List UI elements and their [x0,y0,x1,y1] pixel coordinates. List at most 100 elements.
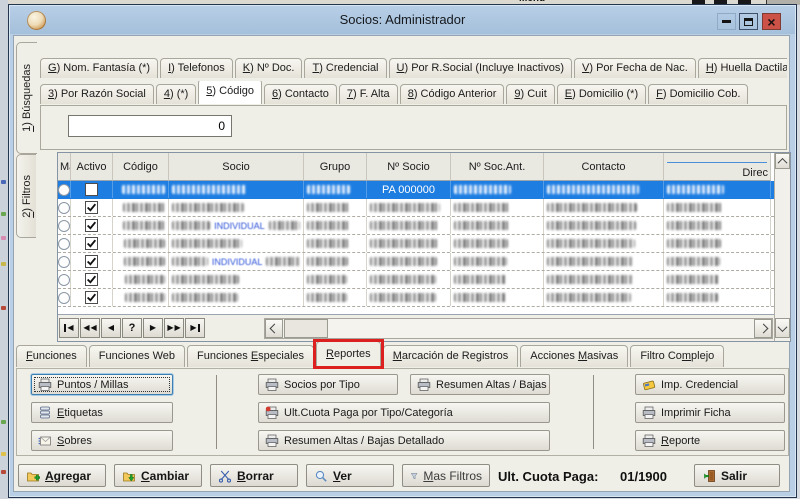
tab-e-domicilio[interactable]: E) Domicilio (*) [557,84,646,104]
tab-v-por-fecha-de-nac[interactable]: V) Por Fecha de Nac. [574,58,696,78]
minimize-button[interactable] [717,13,736,30]
tab-6-contacto[interactable]: 6) Contacto [264,84,337,104]
table-row[interactable]: INDIVIDUAL [58,217,774,235]
button-mas-filtros[interactable]: Mas Filtros [402,464,490,487]
scroll-down-button[interactable] [775,318,790,338]
tab-reportes[interactable]: Reportes [316,341,381,367]
activo-checkbox[interactable] [85,201,98,214]
button-resumen-altas-bajas-detallado[interactable]: Resumen Altas / Bajas Detallado [258,430,550,451]
column-header-direc[interactable]: Direc [664,153,771,181]
vertical-scrollbar[interactable] [774,153,790,341]
tab-8-codigo-anterior[interactable]: 8) Código Anterior [400,84,505,104]
horizontal-scrollbar[interactable] [264,318,773,339]
row-marker-radio[interactable] [58,256,70,268]
tab-u-por-r-social-incluye-inactivos[interactable]: U) Por R.Social (Incluye Inactivos) [389,58,573,78]
table-row[interactable] [58,289,774,307]
button-imprimir-ficha[interactable]: Imprimir Ficha [635,402,785,423]
button-puntos-millas[interactable]: Puntos / Millas [31,374,173,395]
scroll-right-button[interactable] [754,319,772,338]
button-imp-credencial[interactable]: Imp. Credencial [635,374,785,395]
grid-cell: INDIVIDUAL [169,253,304,270]
tab-h-huella-dactilar[interactable]: H) Huella Dactilar [698,58,787,78]
button-socios-por-tipo[interactable]: Socios por Tipo [258,374,398,395]
button-sobres[interactable]: Sobres [31,430,173,451]
tab-g-nom-fantasia[interactable]: G) Nom. Fantasía (*) [40,58,158,78]
column-header-ma[interactable]: Ma [58,153,71,181]
activo-checkbox[interactable] [85,273,98,286]
sidebar-tab-2-filtros[interactable]: 2) Filtros [16,154,36,238]
row-marker-radio[interactable] [58,292,70,304]
column-header-grupo[interactable]: Grupo [304,153,367,181]
table-row[interactable]: INDIVIDUAL [58,253,774,271]
tab-9-cuit[interactable]: 9) Cuit [506,84,554,104]
chevron-up-icon [778,157,788,167]
column-header-activo[interactable]: Activo [71,153,113,181]
button-ver[interactable]: Ver [306,464,394,487]
scroll-left-button[interactable] [265,319,283,338]
nav-last-button[interactable]: ▶ [185,318,205,338]
grid-body[interactable]: PA 000000 INDIVIDUAL INDIVIDUAL [58,181,774,307]
nav-first-button[interactable]: ◀ [59,318,79,338]
grid-cell [58,289,71,306]
grid-cell [169,289,304,306]
column-header-socio[interactable]: Socio [169,153,304,181]
tab-f-domicilio-cob[interactable]: F) Domicilio Cob. [648,84,748,104]
nav-prev-page-button[interactable]: ◀◀ [80,318,100,338]
grid-navigator[interactable]: ◀◀◀◀?▶▶▶▶ [58,314,774,341]
row-marker-radio[interactable] [58,274,70,286]
row-marker-radio[interactable] [58,238,70,250]
nav-next-button[interactable]: ▶ [143,318,163,338]
activo-checkbox[interactable] [85,237,98,250]
column-header-n-soc-ant[interactable]: Nº Soc.Ant. [451,153,544,181]
nav-search-button[interactable]: ? [122,318,142,338]
row-marker-radio[interactable] [58,220,70,232]
button-resumen-altas-bajas[interactable]: Resumen Altas / Bajas [410,374,550,395]
column-header-codigo[interactable]: Código [113,153,169,181]
scrollbar-thumb[interactable] [284,319,328,338]
tab-7-f-alta[interactable]: 7) F. Alta [339,84,398,104]
nav-next-page-button[interactable]: ▶▶ [164,318,184,338]
members-grid[interactable]: MaActivoCódigoSocio Grupo Nº SocioNº Soc.A… [57,152,791,342]
column-header-n-socio[interactable]: Nº Socio [367,153,451,181]
activo-checkbox[interactable] [85,219,98,232]
activo-checkbox[interactable] [85,291,98,304]
codigo-input[interactable] [68,115,232,137]
tab-funciones-especiales[interactable]: Funciones Especiales [187,345,314,367]
maximize-button[interactable] [739,13,758,30]
activo-checkbox[interactable] [85,183,98,196]
button-agregar[interactable]: Agregar [18,464,106,487]
button-cambiar[interactable]: Cambiar [114,464,202,487]
table-row[interactable] [58,235,774,253]
sidebar-tab-1-busquedas[interactable]: 1) Búsquedas [16,42,37,154]
tab-i-telefonos[interactable]: I) Telefonos [160,58,233,78]
titlebar[interactable]: Socios: Administrador × [10,6,795,34]
button-ult-cuota-paga-por-tipo-categoria[interactable]: Ult.Cuota Paga por Tipo/Categoría [258,402,550,423]
button-borrar[interactable]: Borrar [210,464,298,487]
tab-4[interactable]: 4) (*) [156,84,196,104]
button-salir[interactable]: Salir [694,464,780,487]
tab-acciones-masivas[interactable]: Acciones Masivas [520,345,628,367]
tab-k-n-doc[interactable]: K) Nº Doc. [235,58,303,78]
tab-funciones[interactable]: Funciones [16,345,87,367]
column-header-label: Grupo [320,161,351,173]
tab-5-codigo[interactable]: 5) Código [198,81,262,104]
tab-marcacion-de-registros[interactable]: Marcación de Registros [383,345,519,367]
row-marker-radio[interactable] [58,184,70,196]
check-icon [86,292,97,303]
close-button[interactable]: × [762,13,781,30]
nav-prev-button[interactable]: ◀ [101,318,121,338]
table-row[interactable] [58,199,774,217]
tab-3-por-razon-social[interactable]: 3) Por Razón Social [40,84,154,104]
table-row[interactable] [58,271,774,289]
row-marker-radio[interactable] [58,202,70,214]
tab-filtro-complejo[interactable]: Filtro Complejo [630,345,724,367]
table-row[interactable]: PA 000000 [58,181,774,199]
activo-checkbox[interactable] [85,255,98,268]
tab-t-credencial[interactable]: T) Credencial [304,58,386,78]
tab-funciones-web[interactable]: Funciones Web [89,345,185,367]
button-reporte[interactable]: Reporte [635,430,785,451]
column-header-contacto[interactable]: Contacto [544,153,664,181]
scroll-up-button[interactable] [775,153,790,169]
funnel-icon [410,469,418,483]
button-etiquetas[interactable]: Etiquetas [31,402,173,423]
